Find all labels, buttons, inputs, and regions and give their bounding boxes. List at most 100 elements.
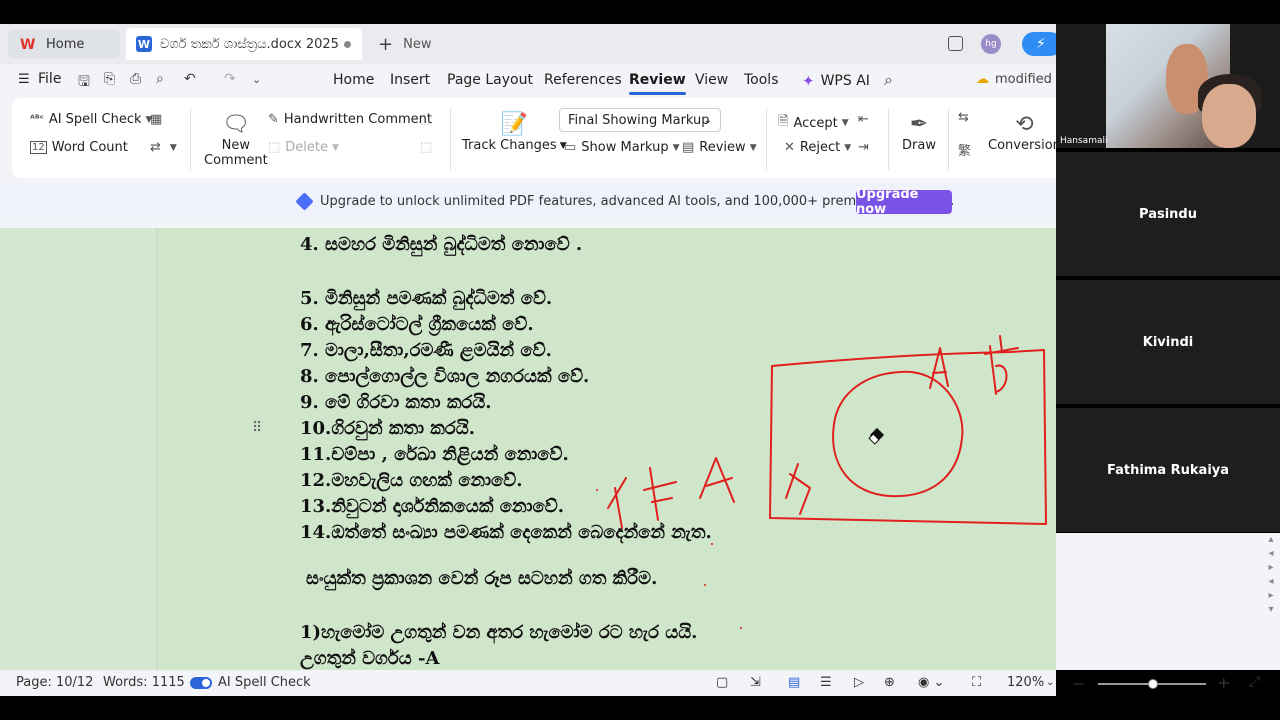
reject-button[interactable]: ✕ Reject ▼ [784,140,851,155]
video-feed [1106,24,1262,148]
reject-label: Reject [799,140,841,155]
ink-dot [704,584,706,586]
review-ribbon: ᴬᴮᶜ AI Spell Check ▼ ▦ 12 Word Count ⇄ ▼ … [12,98,1056,178]
menu-view[interactable]: View [695,72,728,88]
print-icon[interactable]: ⎙ [130,71,141,87]
person-face [1202,84,1256,148]
menu-tools[interactable]: Tools [744,72,779,88]
status-bar: Page: 10/12 Words: 1115 AI Spell Check ▢… [0,670,1056,696]
markup-mode-value: Final Showing Markup [568,112,710,128]
review-pane-button[interactable]: ▤ Review ▼ [682,140,757,155]
new-comment-button[interactable]: 🗨 New Comment [204,112,268,168]
ink-dot [596,489,598,491]
web-layout-icon[interactable]: ⊕ [884,675,895,690]
fullscreen-icon[interactable]: ⤢ [1249,674,1260,690]
bottom-letterbox [0,696,1280,720]
word-count-status[interactable]: Words: 1115 [103,675,185,690]
handwritten-comment-button[interactable]: ✎ Handwritten Comment [268,112,432,127]
top-letterbox [0,0,1280,24]
redo-icon[interactable]: ↷ [224,71,236,87]
avatar[interactable]: hg [981,34,1001,54]
outline-view-icon[interactable]: ☰ [820,675,832,690]
document-canvas[interactable]: ⠿ 4. සමහර මිනිසුන් බුද්ධිමත් නොවේ . 5. ම… [0,228,1056,670]
compare-icon[interactable]: ⇆ [958,110,974,125]
accept-label: Accept [793,115,838,131]
wps-ai-button[interactable]: ✦ WPS AI [802,72,870,90]
diamond-icon [295,192,314,211]
menu-insert[interactable]: Insert [390,72,430,88]
page-view-icon[interactable]: ▤ [788,675,800,690]
ink-letter-a-mid [699,457,735,503]
page-indicator[interactable]: Page: 10/12 [16,675,93,690]
accept-button[interactable]: 🗎 Accept ▼ [778,112,849,134]
zoom-out-icon[interactable]: − [1072,674,1085,693]
handwritten-annotations [596,335,1047,629]
chevron-down-icon: ▼ [844,142,852,153]
chevron-down-icon: ⌄ [703,114,712,126]
tab-home[interactable]: W Home [8,30,120,58]
menu-page-layout[interactable]: Page Layout [447,72,533,88]
window-switch-icon[interactable] [948,36,963,51]
next-change-icon[interactable]: ⇥ [858,140,874,155]
file-menu[interactable]: ☰ File [18,71,61,87]
zoom-slider-handle[interactable] [1148,679,1158,689]
chevron-down-icon[interactable]: ⌄ [252,73,261,86]
spell-check-toggle[interactable] [190,677,212,689]
eye-protection-icon[interactable]: ◉ ⌄ [918,675,944,690]
delete-comment-button[interactable]: ⬚ Delete ▼ [268,140,339,155]
ribbon-divider [766,108,767,170]
wps-writer-window: W Home W වර්ග තර්ක ශාස්ත්‍රය.docx 2025 d… [0,24,1056,696]
save-icon[interactable]: 🖫 [78,71,90,95]
search-icon[interactable]: ⌕ [884,70,893,90]
show-markup-button[interactable]: ▭ Show Markup ▼ [564,140,680,155]
participant-tile-fathima[interactable]: Fathima Rukaiya [1056,408,1280,532]
track-changes-label: Track Changes [462,138,557,153]
scroll-controls[interactable]: ▴ ◂ ▸ ◂ ▸ ▾ [1266,533,1276,670]
participant-video-hansamali[interactable]: Hansamali [1056,24,1280,148]
ink-rectangle [769,349,1047,525]
save-status[interactable]: ☁ modified [976,72,1052,87]
upgrade-now-button[interactable]: Upgrade now [856,187,952,217]
previous-change-icon[interactable]: ⇤ [858,112,874,127]
translate-icon[interactable]: ⇄ ▼ [150,140,177,155]
word-count-button[interactable]: 12 Word Count [30,140,128,155]
previous-comment-icon[interactable]: ⬚ [420,112,437,127]
print-preview-icon[interactable]: ⌕ [156,71,164,87]
traditional-chinese-icon[interactable]: 繁 [958,140,976,159]
document-margin-right [1056,533,1280,670]
conversion-button[interactable]: ⟲ Conversion [988,112,1056,153]
participant-tile-kivindi[interactable]: Kivindi [1056,280,1280,404]
pen-icon: ✒ [909,112,929,137]
participant-tile-pasindu[interactable]: Pasindu [1056,152,1280,276]
zoom-in-icon[interactable]: + [1217,673,1230,692]
unsaved-dot-icon[interactable] [344,40,351,48]
export-pdf-icon[interactable]: ⎘ [104,71,115,87]
menu-home[interactable]: Home [333,72,374,88]
draw-button[interactable]: ✒ Draw [902,112,936,153]
fit-page-icon[interactable]: ⛶ [972,675,981,690]
conversion-icon: ⟲ [1015,112,1034,137]
new-comment-label-2: Comment [204,153,268,168]
export-icon[interactable]: ⇲ [750,675,761,690]
screen: W Home W වර්ග තර්ක ශාස්ත්‍රය.docx 2025 d… [0,0,1280,720]
menu-references[interactable]: References [544,72,622,88]
focus-mode-icon[interactable]: ▢ [716,675,728,690]
lightning-icon[interactable]: ⚡ [1022,32,1056,56]
new-tab-button[interactable]: + New [378,34,431,55]
ribbon-divider [190,108,191,170]
undo-icon[interactable]: ↶ [184,71,196,87]
markup-mode-select[interactable]: Final Showing Markup ⌄ [559,108,721,132]
next-comment-icon[interactable]: ⬚ [420,140,437,155]
menu-bar: ☰ File 🖫 ⎘ ⎙ ⌕ ↶ ↷ ⌄ Home Insert Page La… [0,64,1056,96]
track-changes-button[interactable]: 📝 Track Changes ▼ [462,112,567,153]
ai-spell-check-button[interactable]: ᴬᴮᶜ AI Spell Check ▼ [30,112,152,127]
chevron-down-icon[interactable]: ⌄ [1046,677,1054,688]
play-icon[interactable]: ▷ [854,675,864,690]
tab-document[interactable]: W වර්ග තර්ක ශාස්ත්‍රය.docx 2025 doc [126,28,362,60]
reject-icon: ✕ [784,140,795,155]
thesaurus-icon[interactable]: ▦ [150,112,167,127]
ribbon-divider [888,108,889,170]
menu-review[interactable]: Review [629,72,686,95]
word-doc-icon: W [136,36,152,52]
zoom-level[interactable]: 120% [1007,675,1044,690]
